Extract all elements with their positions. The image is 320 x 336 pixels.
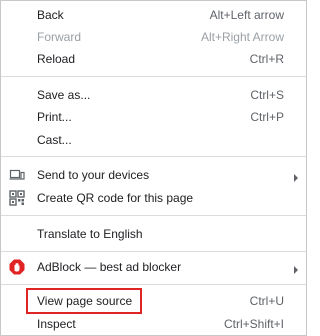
context-menu: Back Alt+Left arrow Forward Alt+Right Ar… — [0, 0, 307, 336]
menu-separator — [1, 284, 306, 285]
menu-item-print[interactable]: Print... Ctrl+P — [1, 105, 306, 129]
menu-item-shortcut: Alt+Right Arrow — [200, 30, 284, 44]
submenu-arrow-icon — [292, 171, 300, 182]
submenu-arrow-icon — [292, 263, 300, 274]
menu-item-label: Cast... — [37, 133, 72, 147]
menu-item-label: AdBlock — best ad blocker — [37, 260, 182, 274]
menu-item-label: Forward — [37, 30, 82, 44]
menu-item-label: Translate to English — [37, 227, 143, 241]
menu-item-send-to-devices[interactable]: Send to your devices — [1, 163, 306, 187]
menu-item-create-qr-code[interactable]: Create QR code for this page — [1, 186, 306, 210]
menu-item-save-as[interactable]: Save as... Ctrl+S — [1, 83, 306, 107]
menu-item-shortcut: Ctrl+U — [249, 294, 284, 308]
adblock-hand-icon — [9, 259, 25, 275]
menu-item-shortcut: Alt+Left arrow — [209, 8, 284, 22]
menu-item-label: Reload — [37, 52, 76, 66]
menu-separator — [1, 76, 306, 77]
menu-item-shortcut: Ctrl+S — [250, 88, 284, 102]
menu-item-label: Print... — [37, 110, 72, 124]
menu-item-adblock[interactable]: AdBlock — best ad blocker — [1, 255, 306, 279]
menu-item-label: Create QR code for this page — [37, 191, 194, 205]
menu-item-label: Save as... — [37, 88, 91, 102]
menu-item-shortcut: Ctrl+R — [249, 52, 284, 66]
menu-separator — [1, 156, 306, 157]
menu-item-label: Send to your devices — [37, 168, 150, 182]
menu-item-shortcut: Ctrl+Shift+I — [223, 317, 284, 331]
menu-item-shortcut: Ctrl+P — [250, 110, 284, 124]
menu-item-cast[interactable]: Cast... — [1, 128, 306, 152]
menu-item-label: Inspect — [37, 317, 76, 331]
menu-item-back[interactable]: Back Alt+Left arrow — [1, 3, 306, 27]
menu-item-inspect[interactable]: Inspect Ctrl+Shift+I — [1, 312, 306, 336]
send-to-device-icon — [9, 167, 25, 183]
menu-item-forward[interactable]: Forward Alt+Right Arrow — [1, 25, 306, 49]
menu-item-translate[interactable]: Translate to English — [1, 222, 306, 246]
menu-item-view-page-source[interactable]: View page source Ctrl+U — [1, 289, 306, 313]
menu-separator — [1, 215, 306, 216]
menu-item-reload[interactable]: Reload Ctrl+R — [1, 47, 306, 71]
menu-item-label: View page source — [37, 294, 133, 308]
menu-item-label: Back — [37, 8, 64, 22]
menu-separator — [1, 251, 306, 252]
qr-code-icon — [9, 190, 25, 206]
